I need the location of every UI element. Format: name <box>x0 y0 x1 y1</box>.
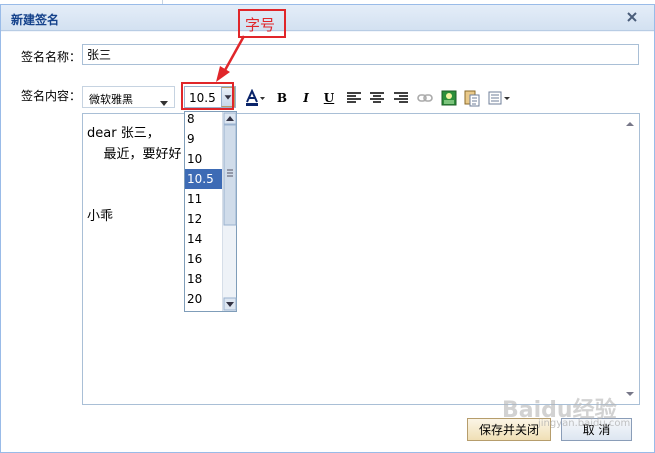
image-icon[interactable] <box>440 89 458 107</box>
baidu-watermark: Baidu经验 jingyan.baidu.com <box>502 392 630 429</box>
align-center-icon[interactable] <box>368 89 386 107</box>
size-option-selected[interactable]: 10.5 <box>185 169 223 189</box>
more-icon[interactable] <box>487 89 513 107</box>
size-option[interactable]: 10 <box>185 149 223 169</box>
link-icon[interactable] <box>416 89 434 107</box>
size-option[interactable]: 20 <box>185 289 223 309</box>
close-icon[interactable] <box>624 9 640 25</box>
dropdown-scrollbar[interactable] <box>222 112 237 311</box>
size-option[interactable]: 18 <box>185 269 223 289</box>
font-family-select[interactable]: 微软雅黑 <box>82 86 175 108</box>
size-option[interactable]: 11 <box>185 189 223 209</box>
dialog-titlebar[interactable]: 新建签名 <box>1 5 654 31</box>
align-left-icon[interactable] <box>345 89 363 107</box>
italic-icon[interactable]: I <box>297 89 315 107</box>
watermark-sub: jingyan.baidu.com <box>538 418 631 429</box>
callout-text: 字号 <box>245 16 276 34</box>
font-size-highlight-box <box>181 82 234 110</box>
size-option[interactable]: 14 <box>185 229 223 249</box>
editor-line: 最近，要好好 <box>87 147 182 162</box>
dialog-title: 新建签名 <box>11 13 60 27</box>
name-label: 签名名称： <box>21 50 82 64</box>
bold-icon[interactable]: B <box>273 89 291 107</box>
underline-icon[interactable]: U <box>320 89 338 107</box>
editor-line: 小乖 <box>87 209 114 224</box>
font-color-icon[interactable] <box>244 89 266 107</box>
callout-arrow-icon <box>216 35 246 82</box>
editor-scrollbar[interactable] <box>623 118 637 400</box>
font-size-dropdown-list[interactable]: 8 9 10 10.5 11 12 14 16 18 20 <box>184 111 237 312</box>
editor-line: dear 张三， <box>87 126 160 141</box>
signature-name-input[interactable] <box>82 44 639 65</box>
align-right-icon[interactable] <box>392 89 410 107</box>
size-option[interactable]: 16 <box>185 249 223 269</box>
size-option[interactable]: 9 <box>185 129 223 149</box>
size-option[interactable]: 12 <box>185 209 223 229</box>
content-label: 签名内容： <box>21 89 82 103</box>
signature-editor[interactable]: dear 张三， 最近，要好好 小乖 <box>82 113 640 405</box>
size-option[interactable]: 8 <box>185 109 223 129</box>
font-family-value: 微软雅黑 <box>89 93 133 106</box>
paste-icon[interactable] <box>463 89 481 107</box>
chevron-down-icon <box>160 95 168 109</box>
